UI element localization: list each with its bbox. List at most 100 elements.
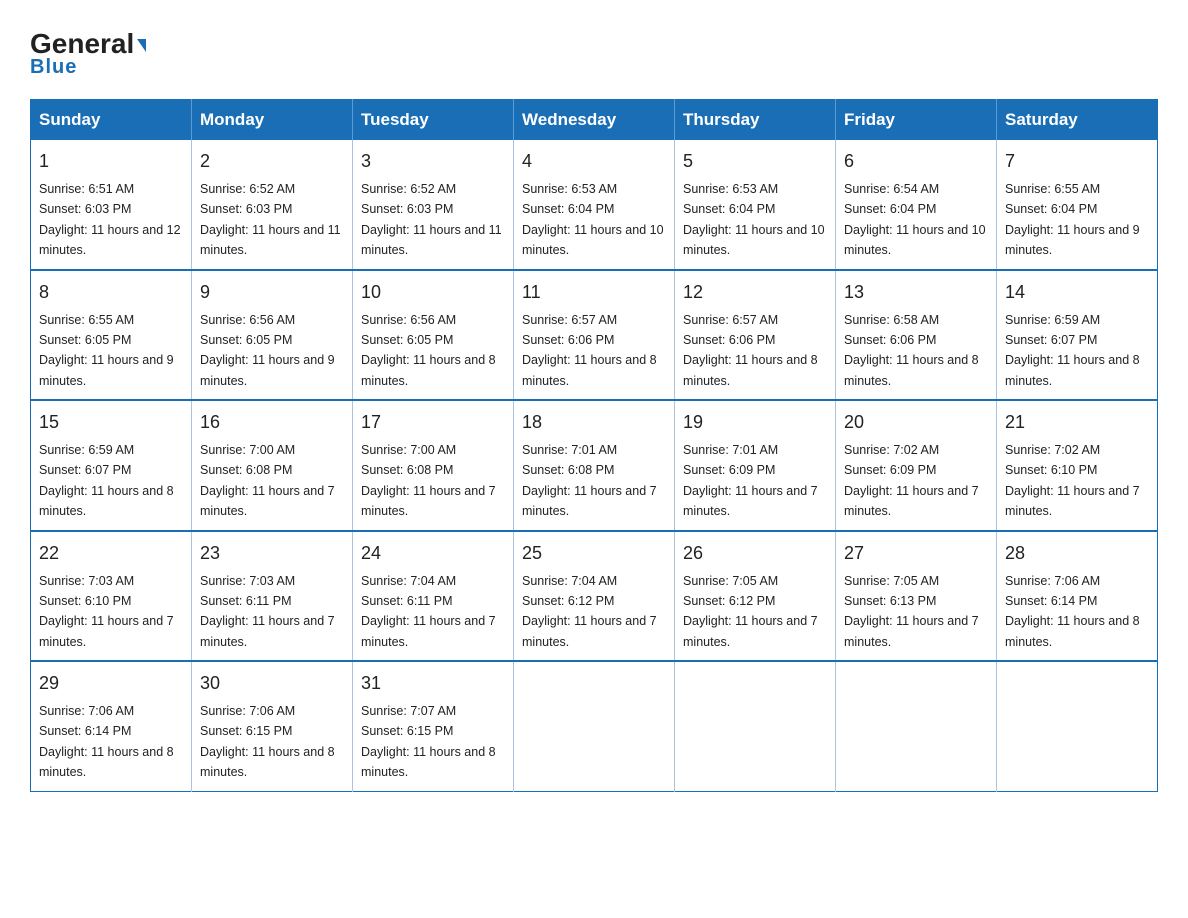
page-header: General Blue [30,30,1158,79]
calendar-cell [675,661,836,791]
calendar-cell: 14 Sunrise: 6:59 AMSunset: 6:07 PMDaylig… [997,270,1158,401]
day-number: 6 [844,148,988,175]
calendar-cell: 1 Sunrise: 6:51 AMSunset: 6:03 PMDayligh… [31,140,192,270]
day-info: Sunrise: 6:57 AMSunset: 6:06 PMDaylight:… [683,313,818,388]
day-info: Sunrise: 7:03 AMSunset: 6:10 PMDaylight:… [39,574,174,649]
day-info: Sunrise: 6:53 AMSunset: 6:04 PMDaylight:… [522,182,664,257]
calendar-cell: 30 Sunrise: 7:06 AMSunset: 6:15 PMDaylig… [192,661,353,791]
day-number: 20 [844,409,988,436]
day-number: 27 [844,540,988,567]
day-info: Sunrise: 7:04 AMSunset: 6:12 PMDaylight:… [522,574,657,649]
day-number: 15 [39,409,183,436]
calendar-cell: 13 Sunrise: 6:58 AMSunset: 6:06 PMDaylig… [836,270,997,401]
calendar-cell: 24 Sunrise: 7:04 AMSunset: 6:11 PMDaylig… [353,531,514,662]
day-number: 28 [1005,540,1149,567]
day-info: Sunrise: 6:58 AMSunset: 6:06 PMDaylight:… [844,313,979,388]
calendar-cell [836,661,997,791]
day-info: Sunrise: 7:01 AMSunset: 6:09 PMDaylight:… [683,443,818,518]
day-number: 19 [683,409,827,436]
day-number: 21 [1005,409,1149,436]
calendar-cell: 22 Sunrise: 7:03 AMSunset: 6:10 PMDaylig… [31,531,192,662]
day-number: 4 [522,148,666,175]
day-info: Sunrise: 7:04 AMSunset: 6:11 PMDaylight:… [361,574,496,649]
calendar-cell: 2 Sunrise: 6:52 AMSunset: 6:03 PMDayligh… [192,140,353,270]
day-info: Sunrise: 6:54 AMSunset: 6:04 PMDaylight:… [844,182,986,257]
calendar-table: SundayMondayTuesdayWednesdayThursdayFrid… [30,99,1158,792]
calendar-cell: 17 Sunrise: 7:00 AMSunset: 6:08 PMDaylig… [353,400,514,531]
calendar-cell: 19 Sunrise: 7:01 AMSunset: 6:09 PMDaylig… [675,400,836,531]
calendar-cell: 18 Sunrise: 7:01 AMSunset: 6:08 PMDaylig… [514,400,675,531]
day-info: Sunrise: 6:55 AMSunset: 6:05 PMDaylight:… [39,313,174,388]
calendar-week-row: 8 Sunrise: 6:55 AMSunset: 6:05 PMDayligh… [31,270,1158,401]
day-info: Sunrise: 6:51 AMSunset: 6:03 PMDaylight:… [39,182,181,257]
day-info: Sunrise: 7:03 AMSunset: 6:11 PMDaylight:… [200,574,335,649]
day-info: Sunrise: 6:55 AMSunset: 6:04 PMDaylight:… [1005,182,1140,257]
day-number: 26 [683,540,827,567]
day-info: Sunrise: 7:02 AMSunset: 6:09 PMDaylight:… [844,443,979,518]
day-number: 22 [39,540,183,567]
day-number: 13 [844,279,988,306]
calendar-cell: 31 Sunrise: 7:07 AMSunset: 6:15 PMDaylig… [353,661,514,791]
calendar-cell: 27 Sunrise: 7:05 AMSunset: 6:13 PMDaylig… [836,531,997,662]
day-number: 7 [1005,148,1149,175]
day-info: Sunrise: 6:52 AMSunset: 6:03 PMDaylight:… [361,182,502,257]
weekday-header-row: SundayMondayTuesdayWednesdayThursdayFrid… [31,100,1158,141]
day-number: 2 [200,148,344,175]
calendar-cell: 4 Sunrise: 6:53 AMSunset: 6:04 PMDayligh… [514,140,675,270]
calendar-cell: 6 Sunrise: 6:54 AMSunset: 6:04 PMDayligh… [836,140,997,270]
day-number: 23 [200,540,344,567]
day-info: Sunrise: 6:52 AMSunset: 6:03 PMDaylight:… [200,182,341,257]
weekday-header-friday: Friday [836,100,997,141]
day-number: 30 [200,670,344,697]
logo-blue-text: Blue [30,56,77,79]
calendar-week-row: 1 Sunrise: 6:51 AMSunset: 6:03 PMDayligh… [31,140,1158,270]
day-number: 17 [361,409,505,436]
calendar-cell: 20 Sunrise: 7:02 AMSunset: 6:09 PMDaylig… [836,400,997,531]
weekday-header-tuesday: Tuesday [353,100,514,141]
day-number: 16 [200,409,344,436]
day-info: Sunrise: 6:57 AMSunset: 6:06 PMDaylight:… [522,313,657,388]
weekday-header-wednesday: Wednesday [514,100,675,141]
day-number: 9 [200,279,344,306]
calendar-cell: 3 Sunrise: 6:52 AMSunset: 6:03 PMDayligh… [353,140,514,270]
day-info: Sunrise: 7:00 AMSunset: 6:08 PMDaylight:… [200,443,335,518]
day-number: 1 [39,148,183,175]
calendar-week-row: 22 Sunrise: 7:03 AMSunset: 6:10 PMDaylig… [31,531,1158,662]
day-number: 25 [522,540,666,567]
day-info: Sunrise: 7:06 AMSunset: 6:15 PMDaylight:… [200,704,335,779]
calendar-cell: 9 Sunrise: 6:56 AMSunset: 6:05 PMDayligh… [192,270,353,401]
day-number: 29 [39,670,183,697]
day-info: Sunrise: 7:06 AMSunset: 6:14 PMDaylight:… [1005,574,1140,649]
calendar-cell: 15 Sunrise: 6:59 AMSunset: 6:07 PMDaylig… [31,400,192,531]
calendar-cell: 12 Sunrise: 6:57 AMSunset: 6:06 PMDaylig… [675,270,836,401]
calendar-cell: 23 Sunrise: 7:03 AMSunset: 6:11 PMDaylig… [192,531,353,662]
calendar-cell: 26 Sunrise: 7:05 AMSunset: 6:12 PMDaylig… [675,531,836,662]
day-info: Sunrise: 6:56 AMSunset: 6:05 PMDaylight:… [200,313,335,388]
calendar-cell: 11 Sunrise: 6:57 AMSunset: 6:06 PMDaylig… [514,270,675,401]
calendar-week-row: 15 Sunrise: 6:59 AMSunset: 6:07 PMDaylig… [31,400,1158,531]
day-number: 8 [39,279,183,306]
calendar-cell [997,661,1158,791]
calendar-cell: 21 Sunrise: 7:02 AMSunset: 6:10 PMDaylig… [997,400,1158,531]
day-info: Sunrise: 7:06 AMSunset: 6:14 PMDaylight:… [39,704,174,779]
day-number: 18 [522,409,666,436]
logo-text: General [30,30,146,58]
day-number: 14 [1005,279,1149,306]
calendar-cell: 8 Sunrise: 6:55 AMSunset: 6:05 PMDayligh… [31,270,192,401]
calendar-cell: 10 Sunrise: 6:56 AMSunset: 6:05 PMDaylig… [353,270,514,401]
day-info: Sunrise: 7:05 AMSunset: 6:12 PMDaylight:… [683,574,818,649]
calendar-cell: 16 Sunrise: 7:00 AMSunset: 6:08 PMDaylig… [192,400,353,531]
day-info: Sunrise: 7:07 AMSunset: 6:15 PMDaylight:… [361,704,496,779]
day-info: Sunrise: 7:01 AMSunset: 6:08 PMDaylight:… [522,443,657,518]
day-number: 5 [683,148,827,175]
day-number: 3 [361,148,505,175]
day-info: Sunrise: 7:02 AMSunset: 6:10 PMDaylight:… [1005,443,1140,518]
calendar-cell [514,661,675,791]
day-info: Sunrise: 6:59 AMSunset: 6:07 PMDaylight:… [1005,313,1140,388]
calendar-cell: 25 Sunrise: 7:04 AMSunset: 6:12 PMDaylig… [514,531,675,662]
calendar-cell: 7 Sunrise: 6:55 AMSunset: 6:04 PMDayligh… [997,140,1158,270]
day-number: 24 [361,540,505,567]
calendar-cell: 5 Sunrise: 6:53 AMSunset: 6:04 PMDayligh… [675,140,836,270]
day-info: Sunrise: 7:05 AMSunset: 6:13 PMDaylight:… [844,574,979,649]
day-info: Sunrise: 6:59 AMSunset: 6:07 PMDaylight:… [39,443,174,518]
